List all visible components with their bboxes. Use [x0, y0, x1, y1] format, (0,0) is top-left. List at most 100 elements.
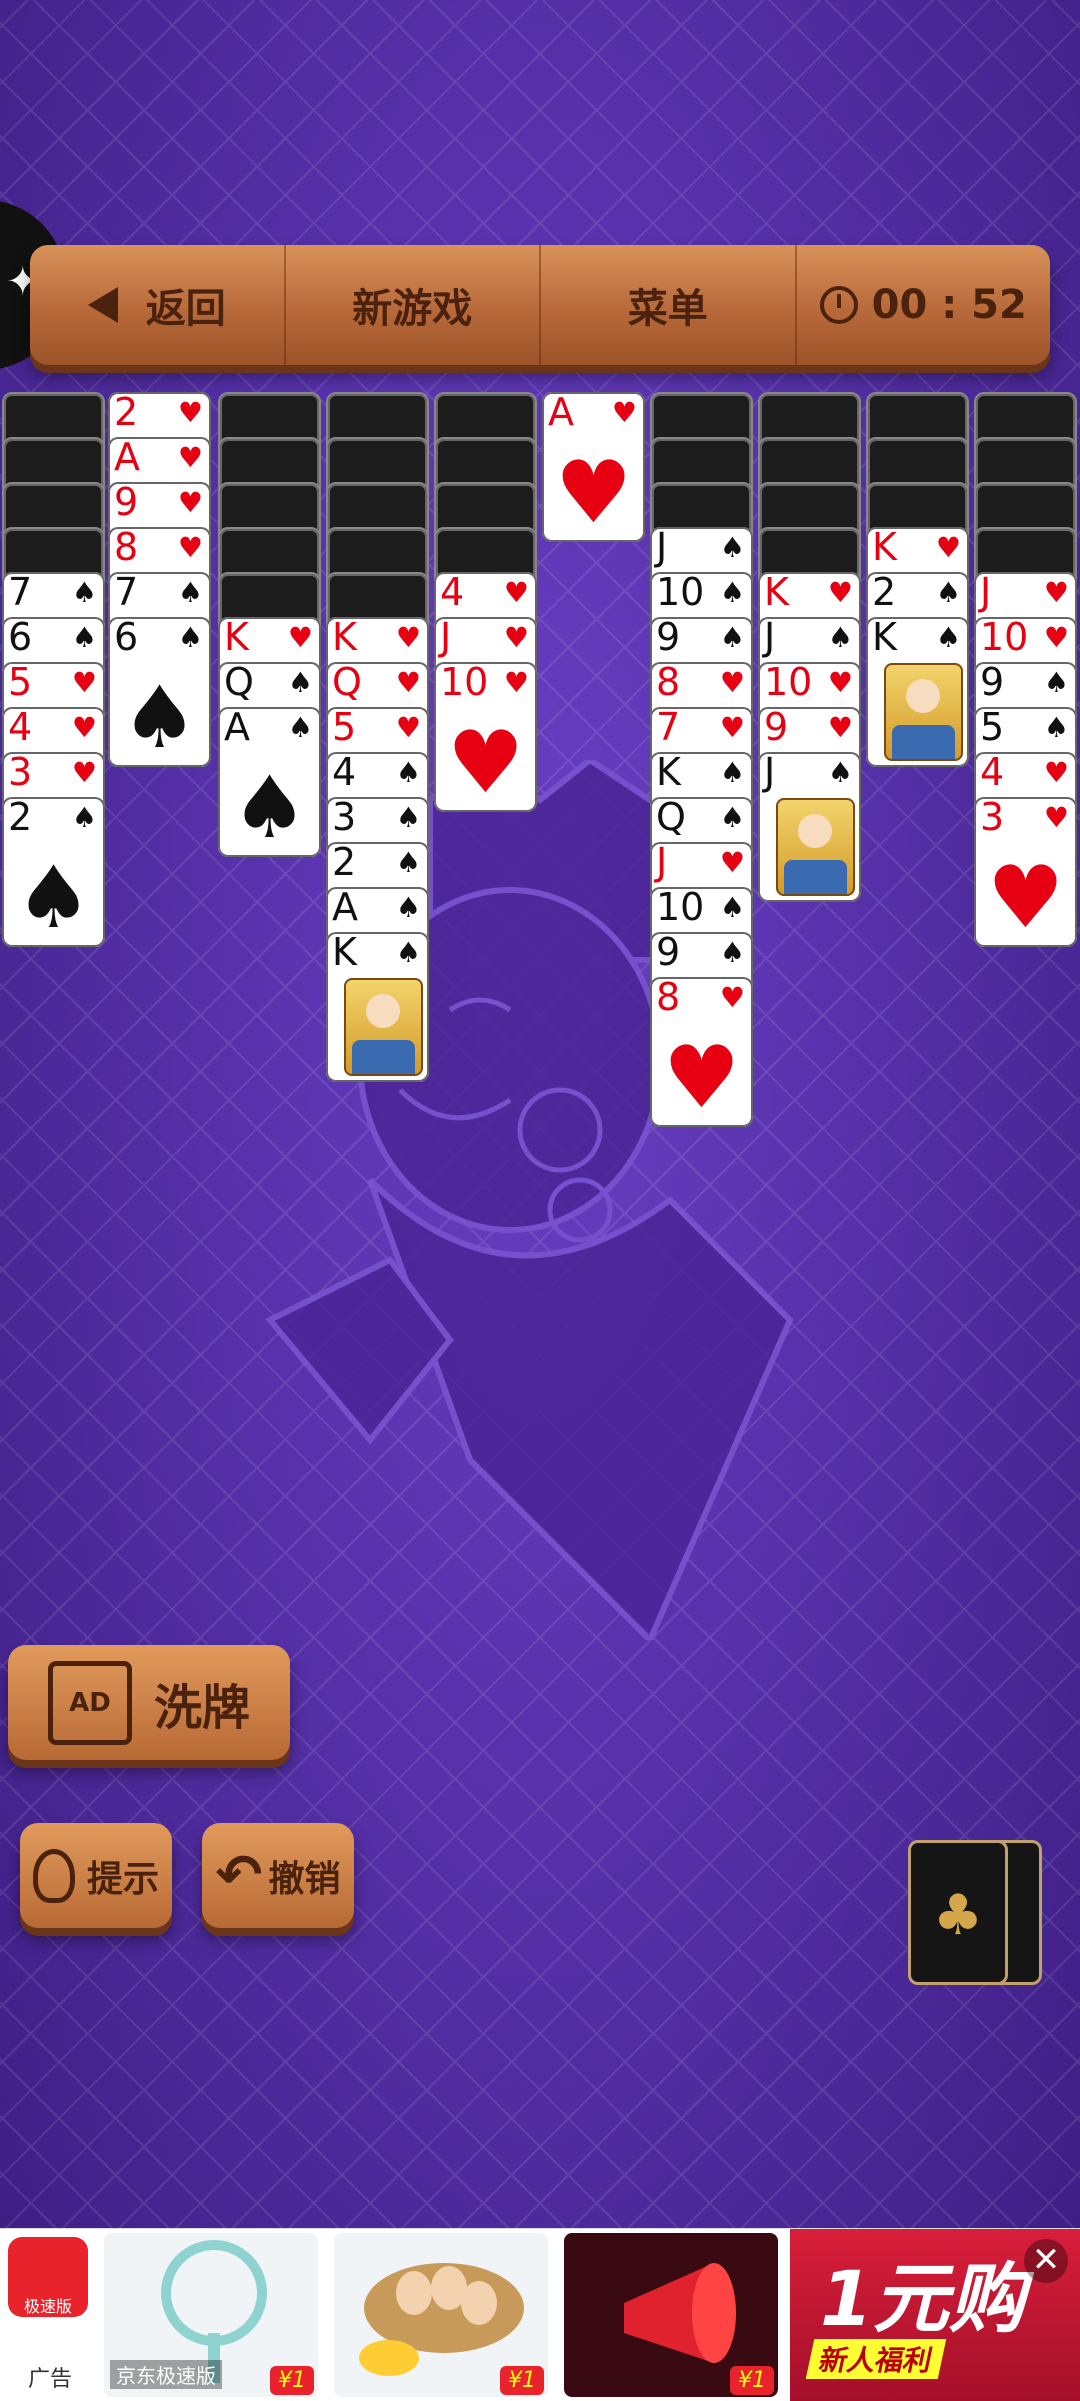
- back-label: 返回: [145, 286, 226, 332]
- card-suit-icon: ♥: [395, 711, 421, 744]
- card-rank: 2: [114, 392, 139, 434]
- card-suit-icon: ♥: [1043, 621, 1069, 654]
- court-card-portrait: [884, 663, 963, 761]
- card-suit-icon: ♠: [71, 576, 97, 609]
- card-rank: 7: [114, 572, 139, 614]
- card-suit-icon: ♥: [395, 666, 421, 699]
- card-rank: 9: [114, 482, 139, 524]
- card-rank: K: [764, 572, 789, 614]
- card-suit-icon: ♠: [935, 621, 961, 654]
- card-suit-icon: ♠: [719, 621, 745, 654]
- ad-video-icon: AD: [47, 1660, 132, 1745]
- card-rank: 8: [656, 977, 681, 1019]
- card-suit-icon: ♥: [71, 711, 97, 744]
- card-suit-icon: ♥: [935, 531, 961, 564]
- card-rank: 5: [8, 662, 33, 704]
- card-suit-icon: ♠: [395, 891, 421, 924]
- card-suit-icon: ♠: [395, 801, 421, 834]
- card-K-spades[interactable]: K ♠: [326, 932, 429, 1082]
- card-suit-icon: ♠: [935, 576, 961, 609]
- card-suit-icon: ♥: [395, 621, 421, 654]
- card-rank: A: [114, 437, 140, 479]
- card-suit-icon: ♥: [177, 396, 203, 429]
- card-suit-icon: ♥: [719, 981, 745, 1014]
- card-rank: 10: [656, 572, 705, 614]
- card-suit-icon: ♥: [503, 621, 529, 654]
- card-rank: 9: [656, 932, 681, 974]
- promo-panel[interactable]: 1元购 新人福利 ✕: [790, 2229, 1080, 2401]
- hint-button[interactable]: 提示: [20, 1823, 172, 1928]
- menu-button[interactable]: 菜单: [541, 245, 797, 365]
- card-rank: 7: [8, 572, 33, 614]
- price-tag: ¥1: [730, 2366, 774, 2395]
- card-3-hearts[interactable]: 3 ♥ ♥: [974, 797, 1077, 947]
- card-J-spades[interactable]: J ♠: [758, 752, 861, 902]
- card-suit-icon: ♠: [395, 756, 421, 789]
- card-center-suit-icon: ♥: [554, 443, 633, 542]
- card-suit-icon: ♠: [287, 711, 313, 744]
- new-game-button[interactable]: 新游戏: [286, 245, 541, 365]
- ad-product-eggs[interactable]: ¥1: [334, 2233, 548, 2397]
- card-rank: 10: [440, 662, 489, 704]
- ad-banner[interactable]: 极速版 广告 京东极速版 ¥1 ¥1 ¥1 1元购 新人福利 ✕: [0, 2228, 1080, 2401]
- card-rank: 5: [332, 707, 357, 749]
- card-rank: K: [872, 617, 897, 659]
- card-K-spades[interactable]: K ♠: [866, 617, 969, 767]
- card-rank: 9: [764, 707, 789, 749]
- card-rank: 10: [980, 617, 1029, 659]
- card-6-spades[interactable]: 6 ♠ ♠: [108, 617, 211, 767]
- card-suit-icon: ♥: [1043, 576, 1069, 609]
- undo-button[interactable]: ↶ 撤销: [202, 1823, 354, 1928]
- card-suit-icon: ♥: [503, 666, 529, 699]
- back-arrow-icon: [87, 287, 118, 323]
- card-suit-icon: ♥: [71, 666, 97, 699]
- card-10-hearts[interactable]: 10 ♥ ♥: [434, 662, 537, 812]
- card-rank: J: [440, 617, 452, 659]
- card-A-hearts[interactable]: A ♥ ♥: [542, 392, 645, 542]
- card-rank: 9: [656, 617, 681, 659]
- card-rank: K: [656, 752, 681, 794]
- card-suit-icon: ♥: [827, 576, 853, 609]
- ad-product-speaker[interactable]: ¥1: [564, 2233, 778, 2397]
- card-center-suit-icon: ♠: [120, 668, 199, 767]
- card-suit-icon: ♥: [503, 576, 529, 609]
- card-rank: 3: [8, 752, 33, 794]
- card-suit-icon: ♥: [719, 711, 745, 744]
- menu-label: 菜单: [627, 286, 708, 332]
- jd-logo[interactable]: 极速版: [8, 2237, 88, 2317]
- card-8-hearts[interactable]: 8 ♥ ♥: [650, 977, 753, 1127]
- card-suit-icon: ♠: [177, 621, 203, 654]
- card-rank: 3: [332, 797, 357, 839]
- stock-pile[interactable]: ♣: [908, 1840, 1008, 1985]
- ad-product-fan[interactable]: 京东极速版 ¥1: [104, 2233, 318, 2397]
- card-rank: Q: [332, 662, 362, 704]
- timer: 00 : 52: [797, 245, 1051, 365]
- card-rank: A: [548, 392, 574, 434]
- price-tag: ¥1: [500, 2366, 544, 2395]
- card-rank: J: [764, 752, 776, 794]
- court-card-portrait: [776, 798, 855, 896]
- card-suit-icon: ♥: [827, 666, 853, 699]
- shuffle-button[interactable]: AD 洗牌: [8, 1645, 290, 1760]
- card-rank: J: [656, 842, 668, 884]
- card-rank: K: [332, 617, 357, 659]
- card-suit-icon: ♥: [177, 441, 203, 474]
- card-2-spades[interactable]: 2 ♠ ♠: [2, 797, 105, 947]
- shuffle-label: 洗牌: [153, 1679, 250, 1736]
- card-rank: 9: [980, 662, 1005, 704]
- card-suit-icon: ♥: [287, 621, 313, 654]
- card-suit-icon: ♠: [719, 756, 745, 789]
- card-A-spades[interactable]: A ♠ ♠: [218, 707, 321, 857]
- card-rank: 8: [114, 527, 139, 569]
- card-suit-icon: ♥: [827, 711, 853, 744]
- card-suit-icon: ♠: [827, 621, 853, 654]
- close-icon[interactable]: ✕: [1024, 2239, 1068, 2283]
- card-suit-icon: ♠: [719, 576, 745, 609]
- card-rank: Q: [656, 797, 686, 839]
- back-button[interactable]: 返回: [30, 245, 286, 365]
- card-suit-icon: ♠: [71, 801, 97, 834]
- card-rank: A: [224, 707, 250, 749]
- card-suit-icon: ♥: [1043, 801, 1069, 834]
- card-suit-icon: ♠: [719, 936, 745, 969]
- card-rank: 4: [8, 707, 33, 749]
